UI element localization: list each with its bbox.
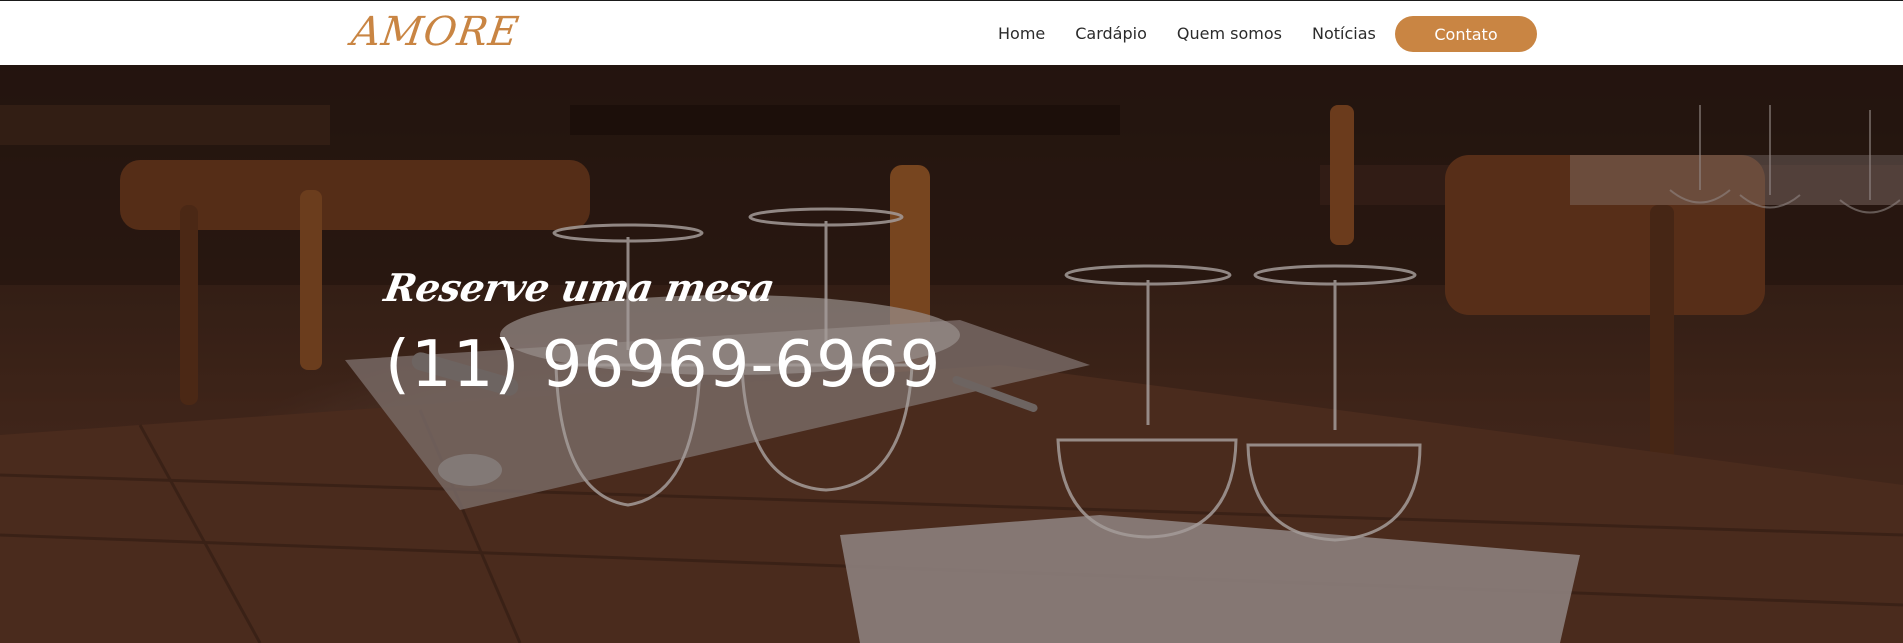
- hero-text-block: Reserve uma mesa (11) 96969-6969: [381, 265, 941, 402]
- nav-link-noticias[interactable]: Notícias: [1312, 24, 1376, 43]
- hero-overlay: [0, 65, 1903, 643]
- nav-link-home[interactable]: Home: [998, 24, 1045, 43]
- nav-link-cardapio[interactable]: Cardápio: [1075, 24, 1147, 43]
- navbar: AMORE Home Cardápio Quem somos Notícias …: [0, 1, 1903, 65]
- nav-link-quem-somos[interactable]: Quem somos: [1177, 24, 1282, 43]
- main-menu: Home Cardápio Quem somos Notícias: [998, 1, 1406, 65]
- hero-tagline: Reserve uma mesa: [381, 265, 778, 310]
- hero-banner: Reserve uma mesa (11) 96969-6969: [0, 65, 1903, 643]
- hero-phone-number[interactable]: (11) 96969-6969: [385, 328, 941, 402]
- contact-button[interactable]: Contato: [1395, 16, 1537, 52]
- logo[interactable]: AMORE: [349, 9, 522, 55]
